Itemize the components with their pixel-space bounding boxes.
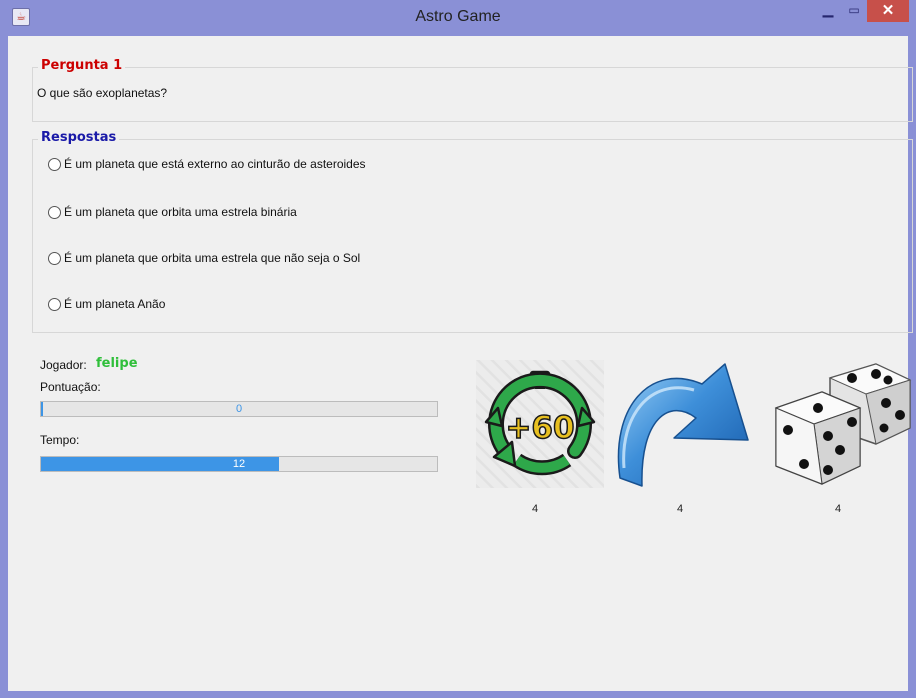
- radio-button[interactable]: [48, 251, 61, 265]
- skip-question-powerup-button[interactable]: [610, 356, 750, 492]
- answer-option-2[interactable]: É um planeta que orbita uma estrela biná…: [48, 205, 297, 219]
- time-label: Tempo:: [40, 433, 80, 447]
- answer-option-label: É um planeta que está externo ao cinturã…: [64, 157, 366, 171]
- plus-60-text: +60: [505, 410, 574, 446]
- radio-button[interactable]: [48, 157, 61, 171]
- title-bar[interactable]: ☕ Astro Game ▁ ▭ ✕: [0, 0, 916, 36]
- radio-button[interactable]: [48, 205, 61, 219]
- skip-question-count: 4: [677, 503, 684, 515]
- answers-group: Respostas É um planeta que está externo …: [32, 130, 913, 333]
- time-value: 12: [232, 458, 246, 470]
- add-time-count: 4: [532, 503, 539, 515]
- game-window: ☕ Astro Game ▁ ▭ ✕ Pergunta 1 O que são …: [0, 0, 916, 698]
- stopwatch-plus-60-icon: +60: [476, 360, 604, 488]
- question-text: O que são exoplanetas?: [37, 86, 168, 100]
- close-button[interactable]: ✕: [867, 0, 909, 22]
- score-label: Pontuação:: [40, 380, 101, 394]
- answer-option-1[interactable]: É um planeta que está externo ao cinturã…: [48, 157, 366, 171]
- dice-count: 4: [835, 503, 842, 515]
- radio-button[interactable]: [48, 297, 61, 311]
- answer-option-3[interactable]: É um planeta que orbita uma estrela que …: [48, 251, 360, 265]
- content-panel: Pergunta 1 O que são exoplanetas? Respos…: [8, 36, 913, 691]
- player-label: Jogador:: [40, 358, 87, 372]
- player-name: felipe: [96, 356, 138, 371]
- question-group: Pergunta 1 O que são exoplanetas?: [32, 58, 913, 122]
- answer-option-label: É um planeta Anão: [64, 297, 166, 311]
- answer-option-label: É um planeta que orbita uma estrela biná…: [64, 205, 297, 219]
- answers-legend: Respostas: [38, 130, 120, 145]
- answer-option-label: É um planeta que orbita uma estrela que …: [64, 251, 361, 265]
- answer-option-4[interactable]: É um planeta Anão: [48, 297, 165, 311]
- maximize-button[interactable]: ▭: [841, 0, 867, 22]
- score-value: 0: [235, 403, 243, 415]
- score-progress-bar: 0: [40, 401, 438, 417]
- skip-arrow-icon: [617, 363, 749, 487]
- question-legend: Pergunta 1: [38, 58, 126, 73]
- dice-icon: [774, 363, 912, 485]
- window-title: Astro Game: [415, 8, 501, 25]
- minimize-button[interactable]: ▁: [815, 0, 841, 22]
- time-progress-bar: 12: [40, 456, 438, 472]
- dice-powerup-button[interactable]: [768, 358, 916, 490]
- add-time-powerup-button[interactable]: +60: [472, 356, 608, 492]
